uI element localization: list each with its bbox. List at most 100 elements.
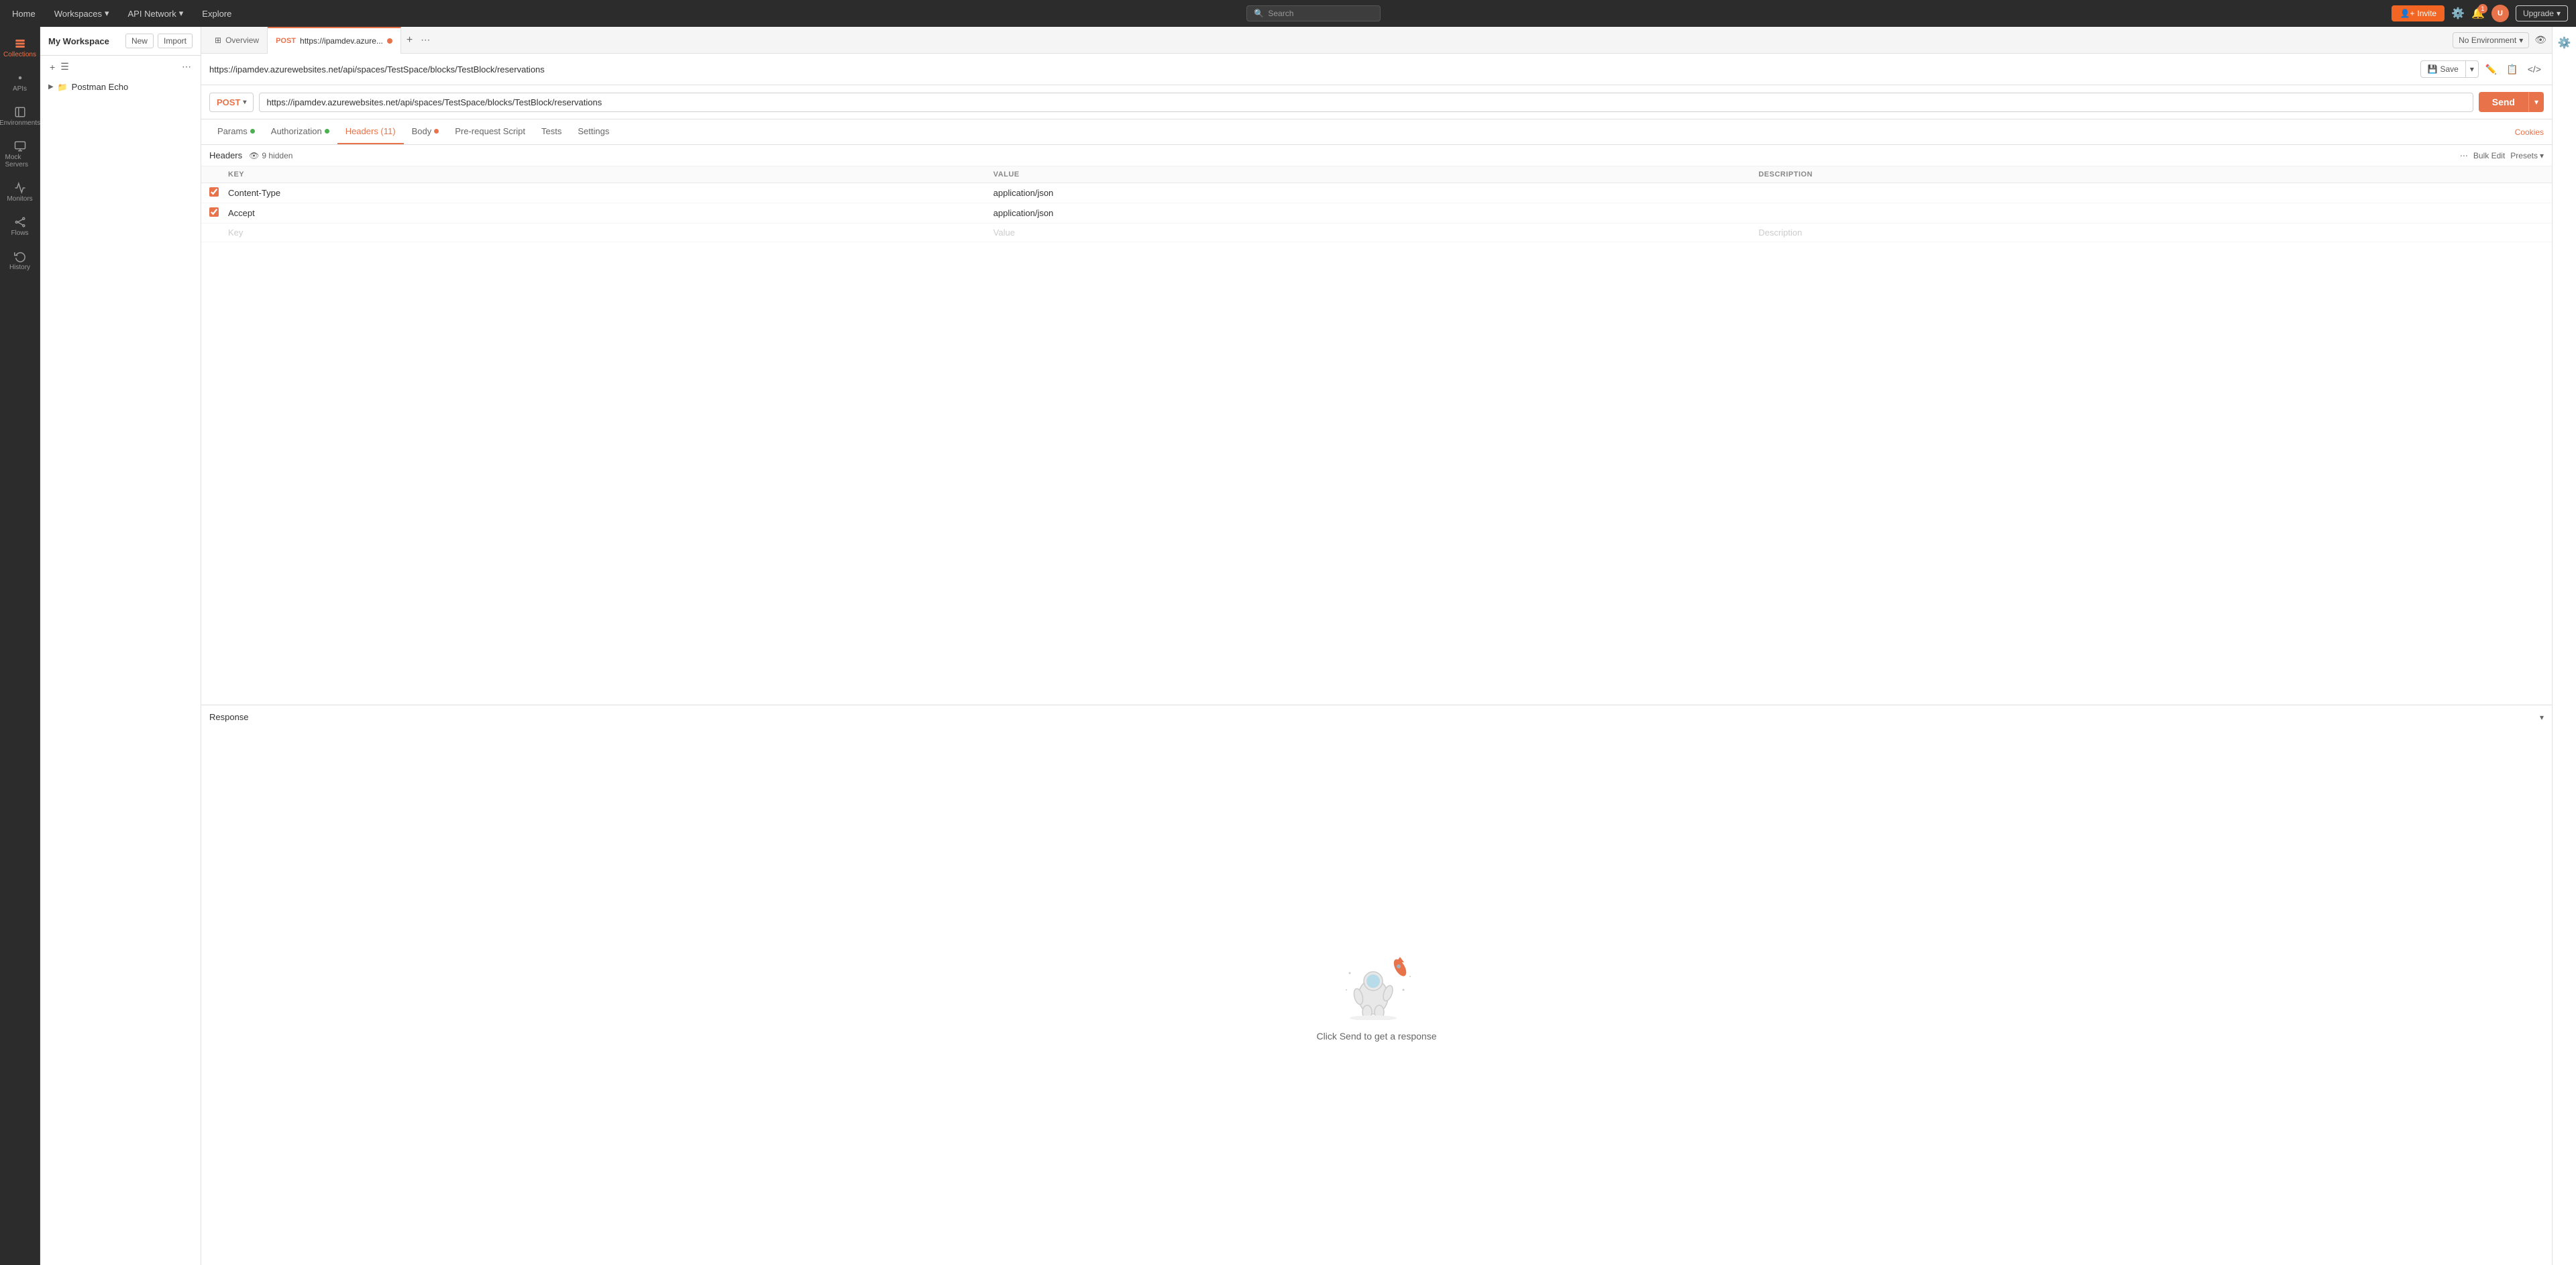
method-url-row: POST ▾ Send ▾ (201, 85, 2552, 119)
edit-button[interactable]: ✏️ (2483, 61, 2500, 78)
tab-params[interactable]: Params (209, 119, 263, 144)
params-dot (250, 129, 255, 134)
header-checkbox-1[interactable] (209, 187, 219, 197)
save-icon: 💾 (2428, 64, 2438, 74)
icon-sidebar: Collections APIs Environments Mock Serve… (0, 27, 40, 1265)
nav-workspaces[interactable]: Workspaces ▾ (50, 5, 113, 21)
headers-section: Headers 👁 9 hidden ⋯ Bulk Edit Presets ▾ (201, 145, 2552, 705)
tab-change-dot (387, 38, 392, 44)
more-options-button[interactable]: ⋯ (2460, 151, 2468, 160)
method-arrow-icon: ▾ (243, 99, 246, 106)
sidebar-item-mock-servers[interactable]: Mock Servers (3, 135, 38, 174)
add-collection-button[interactable]: + (47, 60, 58, 74)
url-input[interactable] (259, 93, 2473, 112)
presets-button[interactable]: Presets ▾ (2510, 151, 2544, 160)
response-title: Response (209, 712, 2540, 722)
workspaces-arrow-icon: ▾ (105, 8, 109, 19)
response-collapse-icon: ▾ (2540, 713, 2544, 722)
header-key-1: Content-Type (228, 188, 994, 198)
api-network-arrow-icon: ▾ (179, 8, 184, 19)
body-dot (434, 129, 439, 134)
sidebar-item-apis[interactable]: APIs (3, 66, 38, 98)
import-button[interactable]: Import (158, 34, 193, 48)
tab-more-button[interactable]: ⋯ (418, 34, 433, 46)
tab-tests[interactable]: Tests (533, 119, 570, 144)
settings-button[interactable]: ⚙️ (2451, 7, 2465, 20)
search-bar[interactable]: 🔍 Search (1246, 5, 1381, 21)
method-select[interactable]: POST ▾ (209, 93, 254, 112)
url-display: https://ipamdev.azurewebsites.net/api/sp… (209, 64, 2415, 74)
collection-icon: 📁 (58, 83, 68, 92)
collection-item-postman-echo[interactable]: ▶ 📁 Postman Echo (40, 78, 201, 96)
tab-headers[interactable]: Headers (11) (337, 119, 404, 144)
new-button[interactable]: New (125, 34, 154, 48)
panel-toolbar: + ☰ ⋯ (40, 56, 201, 78)
sidebar-item-flows[interactable]: Flows (3, 211, 38, 242)
auth-dot (325, 129, 329, 134)
collection-name: Postman Echo (72, 82, 129, 92)
tab-method-label: POST (276, 37, 296, 45)
top-nav: Home Workspaces ▾ API Network ▾ Explore … (0, 0, 2576, 27)
response-section: Response ▾ (201, 705, 2552, 1265)
overview-tab[interactable]: ⊞ Overview (207, 27, 268, 54)
apis-icon (14, 72, 26, 84)
env-label: No Environment (2459, 36, 2516, 45)
search-placeholder: Search (1268, 9, 1293, 18)
collections-panel: My Workspace New Import + ☰ ⋯ ▶ 📁 Postma… (40, 27, 201, 1265)
sidebar-item-collections[interactable]: Collections (3, 32, 38, 64)
hidden-count: 👁 9 hidden (249, 151, 292, 160)
notification-badge: 1 (2478, 4, 2487, 13)
mock-servers-icon (14, 140, 26, 152)
cookies-button[interactable]: Cookies (2515, 128, 2544, 137)
send-button[interactable]: Send (2479, 92, 2528, 112)
panel-more-button[interactable]: ⋯ (179, 60, 194, 74)
environments-icon (14, 106, 26, 118)
add-tab-button[interactable]: + (401, 34, 418, 46)
search-icon: 🔍 (1254, 9, 1264, 18)
request-tab[interactable]: POST https://ipamdev.azure... (268, 27, 401, 54)
save-arrow-button[interactable]: ▾ (2465, 60, 2479, 78)
main-content: ⊞ Overview POST https://ipamdev.azure...… (201, 27, 2552, 1265)
collections-icon (14, 38, 26, 50)
nav-explore[interactable]: Explore (198, 6, 235, 21)
avatar[interactable]: U (2491, 5, 2509, 22)
right-sidebar-button-1[interactable]: ⚙️ (2554, 32, 2575, 54)
tab-settings[interactable]: Settings (570, 119, 617, 144)
workspace-title: My Workspace (48, 36, 109, 46)
history-icon (14, 250, 26, 262)
header-value-2: application/json (994, 208, 1759, 218)
sidebar-item-environments[interactable]: Environments (3, 101, 38, 132)
nav-api-network[interactable]: API Network ▾ (124, 5, 188, 21)
header-checkbox-2[interactable] (209, 207, 219, 217)
header-row: Content-Type application/json (201, 183, 2552, 203)
bulk-edit-button[interactable]: Bulk Edit (2473, 151, 2505, 160)
chevron-right-icon: ▶ (48, 83, 54, 91)
upgrade-arrow-icon: ▾ (2557, 9, 2561, 18)
save-button[interactable]: 💾 Save (2420, 60, 2465, 78)
header-row: Accept application/json (201, 203, 2552, 223)
overview-icon: ⊞ (215, 36, 221, 45)
value-placeholder: Value (994, 227, 1015, 238)
tab-bar: ⊞ Overview POST https://ipamdev.azure...… (201, 27, 2552, 54)
copy-button[interactable]: 📋 (2504, 61, 2520, 78)
url-bar: https://ipamdev.azurewebsites.net/api/sp… (201, 54, 2552, 85)
upgrade-button[interactable]: Upgrade ▾ (2516, 5, 2568, 21)
nav-home[interactable]: Home (8, 6, 40, 21)
empty-header-row: Key Value Description (201, 223, 2552, 242)
tab-prerequest[interactable]: Pre-request Script (447, 119, 533, 144)
code-button[interactable]: </> (2525, 61, 2544, 77)
send-options-button[interactable]: ▾ (2528, 92, 2544, 112)
env-arrow-icon: ▾ (2519, 36, 2523, 45)
env-selector[interactable]: No Environment ▾ (2453, 32, 2529, 48)
invite-button[interactable]: 👤+ Invite (2392, 5, 2445, 21)
sidebar-item-history[interactable]: History (3, 245, 38, 276)
tab-body[interactable]: Body (404, 119, 447, 144)
env-eye-button[interactable]: 👁 (2534, 34, 2546, 46)
tab-authorization[interactable]: Authorization (263, 119, 337, 144)
list-view-button[interactable]: ☰ (58, 60, 72, 74)
sidebar-item-monitors[interactable]: Monitors (3, 176, 38, 208)
overview-tab-label: Overview (225, 36, 259, 45)
method-label: POST (217, 97, 240, 107)
response-header[interactable]: Response ▾ (201, 705, 2552, 729)
right-sidebar: ⚙️ (2552, 27, 2576, 1265)
